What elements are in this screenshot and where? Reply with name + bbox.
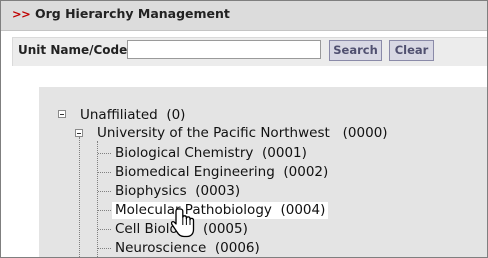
node-code: (0002)	[283, 164, 329, 180]
tree-connector	[97, 141, 98, 257]
tree-connector	[98, 153, 111, 154]
unit-name-label: Unit Name/Code:	[18, 43, 133, 57]
tree-connector	[98, 210, 111, 211]
node-code: (0006)	[214, 240, 260, 256]
tree-connector	[79, 137, 80, 257]
org-hierarchy-panel: >> Org Hierarchy Management Unit Name/Co…	[0, 0, 488, 258]
node-code: (0)	[166, 107, 186, 123]
node-label: Biophysics	[115, 183, 187, 199]
tree-node-org[interactable]: University of the Pacific Northwest (000…	[97, 125, 388, 142]
page-title: Org Hierarchy Management	[35, 6, 230, 21]
node-label: Unaffiliated	[80, 107, 158, 123]
tree-node-root[interactable]: Unaffiliated (0)	[80, 107, 185, 124]
tree-connector	[98, 191, 111, 192]
search-button[interactable]: Search	[329, 40, 382, 61]
tree-connector	[98, 172, 111, 173]
tree-panel: Unaffiliated (0) University of the Pacif…	[39, 87, 487, 257]
node-label: University of the Pacific Northwest	[97, 125, 330, 141]
panel-header: >> Org Hierarchy Management	[1, 1, 487, 31]
tree-node-child[interactable]: Neuroscience (0006)	[115, 240, 260, 257]
tree-node-child[interactable]: Biomedical Engineering (0002)	[115, 164, 328, 181]
header-arrows: >>	[12, 7, 31, 21]
node-label: Neuroscience	[115, 240, 207, 256]
tree-node-child[interactable]: Biological Chemistry (0001)	[115, 145, 307, 162]
tree-node-child[interactable]: Biophysics (0003)	[115, 183, 240, 200]
tree-connector	[98, 229, 111, 230]
tree-connector	[98, 248, 111, 249]
unit-name-input[interactable]	[127, 40, 321, 59]
search-bar: Unit Name/Code: Search Clear	[12, 37, 487, 66]
hand-pointer-icon	[171, 208, 195, 238]
node-code: (0005)	[202, 221, 248, 237]
node-code: (0000)	[342, 125, 388, 141]
collapse-org-icon[interactable]	[75, 129, 83, 137]
node-label: Biomedical Engineering	[115, 164, 275, 180]
node-code: (0004)	[280, 202, 326, 218]
tree-node-child-hovered[interactable]: Molecular Pathobiology (0004)	[112, 202, 329, 219]
node-code: (0001)	[262, 145, 307, 161]
collapse-root-icon[interactable]	[58, 110, 66, 118]
node-label: Biological Chemistry	[115, 145, 254, 161]
clear-button[interactable]: Clear	[389, 40, 434, 61]
node-code: (0003)	[195, 183, 241, 199]
